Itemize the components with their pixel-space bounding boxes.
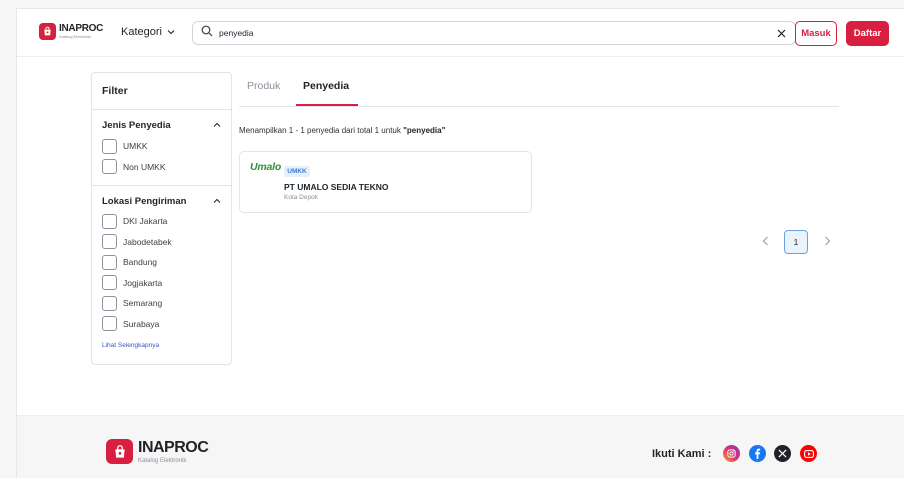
provider-type-header[interactable]: Jenis Penyedia bbox=[102, 120, 221, 131]
provider-logo: Umalo bbox=[250, 161, 282, 173]
checkbox-label: Non UMKK bbox=[123, 161, 166, 172]
footer-logo-title: INAPROC bbox=[138, 438, 209, 456]
filter-panel: Filter Jenis Penyedia UMKK Non UMKK Loka… bbox=[91, 72, 232, 365]
footer-logo[interactable]: INAPROC Katalog Elektronik bbox=[106, 438, 209, 464]
clear-search-icon[interactable] bbox=[775, 27, 787, 39]
checkbox-label: Jabodetabek bbox=[123, 236, 172, 247]
checkbox-box[interactable] bbox=[102, 254, 117, 270]
checkbox-label: Bandung bbox=[123, 257, 158, 268]
checkbox-label: Jogjakarta bbox=[123, 277, 163, 288]
checkbox-label: Surabaya bbox=[123, 318, 160, 329]
checkbox-bandung[interactable]: Bandung bbox=[102, 252, 221, 273]
provider-city: Kota Depok bbox=[284, 194, 318, 201]
checkbox-umkk[interactable]: UMKK bbox=[102, 136, 221, 157]
category-label: Kategori bbox=[121, 26, 162, 38]
tab-penyedia[interactable]: Penyedia bbox=[303, 80, 349, 92]
provider-name: PT UMALO SEDIA TEKNO bbox=[284, 182, 389, 192]
instagram-icon[interactable] bbox=[723, 445, 740, 462]
checkbox-box[interactable] bbox=[102, 275, 117, 291]
checkbox-semarang[interactable]: Semarang bbox=[102, 293, 221, 314]
checkbox-non-umkk[interactable]: Non UMKK bbox=[102, 157, 221, 178]
follow-us-label: Ikuti Kami : bbox=[652, 448, 712, 460]
shipping-location-section: Lokasi Pengiriman DKI Jakarta Jabodetabe… bbox=[92, 186, 231, 349]
result-tabs: Produk Penyedia bbox=[239, 80, 839, 107]
result-summary: Menampilkan 1 - 1 penyedia dari total 1 … bbox=[239, 126, 445, 135]
youtube-icon[interactable] bbox=[800, 445, 817, 462]
checkbox-dki-jakarta[interactable]: DKI Jakarta bbox=[102, 211, 221, 232]
top-header: INAPROC Katalog Elektronik Kategori Masu… bbox=[17, 9, 904, 57]
search-bar[interactable] bbox=[192, 21, 796, 45]
header-logo[interactable]: INAPROC Katalog Elektronik bbox=[39, 23, 103, 40]
chevron-up-icon[interactable] bbox=[213, 120, 221, 131]
checkbox-jabodetabek[interactable]: Jabodetabek bbox=[102, 232, 221, 253]
shopping-bag-icon bbox=[39, 23, 56, 40]
provider-type-section: Jenis Penyedia UMKK Non UMKK bbox=[92, 110, 231, 186]
chevron-right-icon[interactable] bbox=[821, 235, 833, 247]
facebook-icon[interactable] bbox=[749, 445, 766, 462]
login-button[interactable]: Masuk bbox=[795, 21, 837, 46]
active-tab-indicator bbox=[296, 104, 358, 106]
footer: INAPROC Katalog Elektronik Ikuti Kami : bbox=[17, 415, 904, 478]
umkk-badge: UMKK bbox=[284, 166, 310, 177]
logo-title: INAPROC bbox=[59, 23, 104, 34]
checkbox-label: UMKK bbox=[123, 141, 148, 152]
checkbox-label: Semarang bbox=[123, 298, 163, 309]
footer-logo-subtitle: Katalog Elektronik bbox=[138, 457, 187, 464]
summary-text: Menampilkan 1 - 1 penyedia dari total 1 … bbox=[239, 126, 404, 135]
checkbox-box[interactable] bbox=[102, 295, 117, 311]
checkbox-label: DKI Jakarta bbox=[123, 216, 168, 227]
provider-type-title: Jenis Penyedia bbox=[102, 120, 171, 131]
checkbox-box[interactable] bbox=[102, 138, 117, 154]
checkbox-box[interactable] bbox=[102, 213, 117, 229]
shopping-bag-icon bbox=[106, 439, 133, 464]
tab-produk[interactable]: Produk bbox=[247, 80, 280, 92]
filter-title: Filter bbox=[92, 73, 231, 110]
category-dropdown[interactable]: Kategori bbox=[121, 26, 175, 38]
checkbox-surabaya[interactable]: Surabaya bbox=[102, 314, 221, 335]
see-more-link[interactable]: Lihat Selengkapnya bbox=[102, 342, 221, 349]
search-input[interactable] bbox=[219, 28, 775, 38]
checkbox-box[interactable] bbox=[102, 159, 117, 175]
logo-subtitle: Katalog Elektronik bbox=[59, 34, 92, 39]
chevron-left-icon[interactable] bbox=[759, 235, 771, 247]
chevron-down-icon bbox=[167, 26, 175, 38]
shipping-location-header[interactable]: Lokasi Pengiriman bbox=[102, 196, 221, 207]
register-button[interactable]: Daftar bbox=[846, 21, 889, 46]
shipping-location-title: Lokasi Pengiriman bbox=[102, 196, 187, 207]
checkbox-box[interactable] bbox=[102, 316, 117, 332]
provider-card[interactable]: Umalo UMKK PT UMALO SEDIA TEKNO Kota Dep… bbox=[239, 151, 532, 213]
chevron-up-icon[interactable] bbox=[213, 196, 221, 207]
x-icon[interactable] bbox=[774, 445, 791, 462]
page-number-current[interactable]: 1 bbox=[784, 230, 808, 254]
summary-query: "penyedia" bbox=[403, 126, 446, 135]
checkbox-box[interactable] bbox=[102, 234, 117, 250]
page-frame: INAPROC Katalog Elektronik Kategori Masu… bbox=[16, 8, 904, 478]
search-icon bbox=[201, 24, 213, 42]
checkbox-jogjakarta[interactable]: Jogjakarta bbox=[102, 273, 221, 294]
